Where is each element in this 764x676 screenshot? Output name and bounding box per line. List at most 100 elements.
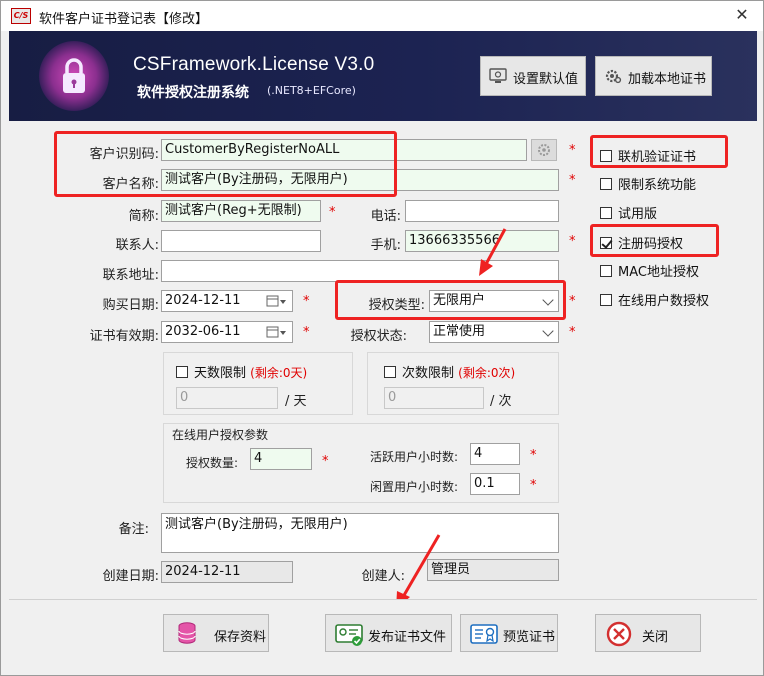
app-icon: C/S	[11, 8, 31, 24]
preview-cert-button[interactable]: 预览证书	[460, 614, 558, 652]
customer-code-label: 客户识别码:	[89, 147, 159, 162]
license-type-select[interactable]: 无限用户	[429, 290, 559, 312]
form-area: 客户识别码: CustomerByRegisterNoALL * 客户名称: 测…	[9, 121, 757, 599]
save-label: 保存资料	[214, 630, 267, 645]
remark-textarea[interactable]: 测试客户(By注册码，无限用户)	[161, 513, 559, 553]
product-subtitle: 软件授权注册系统	[137, 85, 249, 101]
monitor-settings-icon	[489, 68, 507, 83]
option-mac-address[interactable]: MAC地址授权	[600, 261, 699, 280]
phone-input[interactable]	[405, 200, 559, 222]
remark-label: 备注:	[118, 522, 149, 537]
address-input[interactable]	[161, 260, 559, 282]
count-limit-checkbox[interactable]: 次数限制 (剩余:0次)	[384, 362, 515, 381]
license-status-label: 授权状态:	[350, 329, 407, 344]
creator-label: 创建人:	[361, 569, 405, 584]
customer-code-input[interactable]: CustomerByRegisterNoALL	[161, 139, 527, 161]
online-group-title: 在线用户授权参数	[172, 428, 269, 442]
idle-hours-label: 闲置用户小时数:	[370, 480, 459, 494]
day-limit-input[interactable]: 0	[176, 387, 278, 409]
lock-icon	[63, 58, 85, 93]
product-title: CSFramework.License V3.0	[133, 54, 375, 75]
online-user-group: 在线用户授权参数 授权数量: 4 * 活跃用户小时数: 4 * 闲置用户小时数:…	[163, 423, 559, 503]
count-unit: / 次	[490, 394, 512, 409]
footer-bar: 保存资料 发布证书文件 预览证书 关闭	[9, 599, 757, 669]
window-title: 软件客户证书登记表【修改】	[39, 12, 209, 27]
checkbox-box	[600, 265, 612, 277]
day-limit-group: 天数限制 (剩余:0天) 0 / 天	[163, 352, 353, 415]
required-star: *	[569, 173, 576, 188]
option-label: 在线用户数授权	[618, 294, 710, 309]
save-button[interactable]: 保存资料	[163, 614, 269, 652]
product-platform: (.NET8+EFCore)	[267, 84, 356, 97]
count-remaining: (剩余:0次)	[458, 366, 516, 380]
option-online-verify[interactable]: 联机验证证书	[600, 146, 696, 165]
day-limit-checkbox[interactable]: 天数限制 (剩余:0天)	[176, 362, 307, 381]
purchase-date-picker[interactable]: 2024-12-11	[161, 290, 293, 312]
header-banner: CSFramework.License V3.0 软件授权注册系统 (.NET8…	[9, 31, 757, 121]
day-limit-label: 天数限制	[194, 366, 247, 381]
license-qty-input[interactable]: 4	[250, 448, 312, 470]
customer-name-input[interactable]: 测试客户(By注册码，无限用户)	[161, 169, 559, 191]
calendar-dropdown-icon[interactable]	[266, 295, 288, 308]
option-limit-functions[interactable]: 限制系统功能	[600, 174, 696, 193]
publish-cert-button[interactable]: 发布证书文件	[325, 614, 452, 652]
short-name-label: 简称:	[128, 209, 159, 224]
contact-input[interactable]	[161, 230, 321, 252]
option-register-code[interactable]: 注册码授权	[600, 233, 683, 252]
chevron-down-icon	[542, 325, 554, 337]
lock-glow	[39, 41, 109, 111]
checkbox-box	[176, 366, 188, 378]
count-limit-input[interactable]: 0	[384, 387, 484, 409]
option-trial[interactable]: 试用版	[600, 203, 657, 222]
gear-icon	[605, 69, 622, 84]
checkbox-box	[600, 150, 612, 162]
option-label: 联机验证证书	[618, 150, 697, 165]
calendar-dropdown-icon[interactable]	[266, 326, 288, 339]
required-star: *	[569, 294, 576, 309]
short-name-input[interactable]: 测试客户(Reg+无限制)	[161, 200, 321, 222]
creator-field: 管理员	[427, 559, 559, 581]
expire-date-picker[interactable]: 2032-06-11	[161, 321, 293, 343]
certificate-check-icon	[335, 624, 363, 646]
close-icon[interactable]: ✕	[734, 6, 750, 24]
certificate-preview-icon	[470, 624, 498, 644]
license-status-value: 正常使用	[433, 324, 486, 339]
count-limit-group: 次数限制 (剩余:0次) 0 / 次	[367, 352, 559, 415]
preview-label: 预览证书	[503, 630, 556, 645]
customer-code-settings-button[interactable]	[531, 139, 557, 161]
idle-hours-input[interactable]: 0.1	[470, 473, 520, 495]
option-label: MAC地址授权	[618, 265, 699, 280]
address-label: 联系地址:	[102, 268, 159, 283]
license-type-value: 无限用户	[433, 293, 486, 308]
create-date-label: 创建日期:	[102, 569, 159, 584]
required-star: *	[530, 478, 537, 493]
required-star: *	[569, 143, 576, 158]
create-date-field: 2024-12-11	[161, 561, 293, 583]
checkbox-box	[384, 366, 396, 378]
license-editor-window: C/S 软件客户证书登记表【修改】 ✕ CSFramework.License …	[0, 0, 764, 676]
close-label: 关闭	[642, 630, 669, 645]
mobile-input[interactable]: 13666335566	[405, 230, 559, 252]
checkbox-box-checked	[600, 237, 612, 249]
license-status-select[interactable]: 正常使用	[429, 321, 559, 343]
checkbox-box	[600, 294, 612, 306]
mobile-label: 手机:	[370, 238, 401, 253]
customer-name-label: 客户名称:	[102, 177, 159, 192]
contact-label: 联系人:	[115, 238, 159, 253]
expire-date-value: 2032-06-11	[165, 324, 241, 339]
option-label: 注册码授权	[618, 237, 684, 252]
load-cert-button[interactable]: 加载本地证书	[595, 56, 712, 96]
set-default-button[interactable]: 设置默认值	[480, 56, 586, 96]
load-cert-label: 加载本地证书	[628, 72, 707, 87]
required-star: *	[569, 325, 576, 340]
option-label: 限制系统功能	[618, 178, 697, 193]
title-bar: C/S 软件客户证书登记表【修改】 ✕	[1, 1, 763, 31]
active-hours-label: 活跃用户小时数:	[370, 450, 459, 464]
option-online-users[interactable]: 在线用户数授权	[600, 290, 709, 309]
database-save-icon	[178, 622, 196, 644]
active-hours-input[interactable]: 4	[470, 443, 520, 465]
required-star: *	[569, 234, 576, 249]
count-limit-label: 次数限制	[402, 366, 455, 381]
publish-label: 发布证书文件	[368, 630, 447, 645]
close-button[interactable]: 关闭	[595, 614, 701, 652]
